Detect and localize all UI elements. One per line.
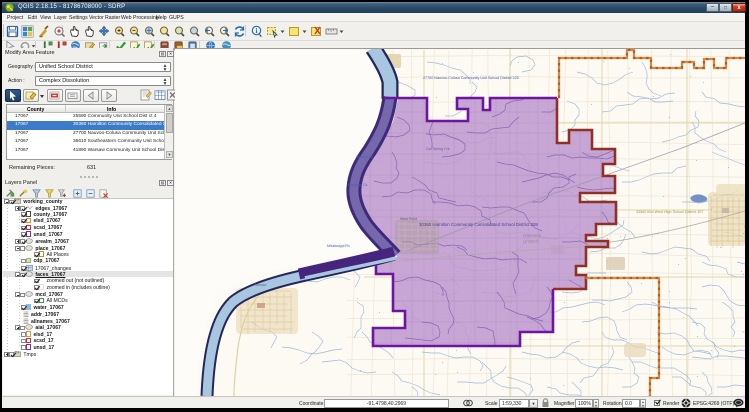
- svg-text:West Point: West Point: [400, 217, 417, 221]
- svg-text:Warsaw: Warsaw: [254, 283, 267, 287]
- svg-text:Sonora Ck: Sonora Ck: [356, 155, 373, 159]
- svg-text:Mississippi Rv: Mississippi Rv: [327, 244, 350, 248]
- svg-text:Wapping Ck: Wapping Ck: [348, 183, 368, 187]
- svg-text:27700 Nauvoo-Colusa Community: 27700 Nauvoo-Colusa Community Unit Schoo…: [423, 76, 519, 80]
- svg-text:i: i: [256, 27, 258, 35]
- svg-text:(17067): (17067): [523, 239, 539, 244]
- svg-text:Hancock: Hancock: [523, 233, 542, 238]
- svg-text:Cat Spring Crk: Cat Spring Crk: [426, 147, 450, 151]
- svg-text:43560 Illini West High School: 43560 Illini West High School District 3…: [636, 210, 703, 214]
- svg-text:30360 Hamilton Community Conso: 30360 Hamilton Community Consolidated Sc…: [419, 222, 538, 227]
